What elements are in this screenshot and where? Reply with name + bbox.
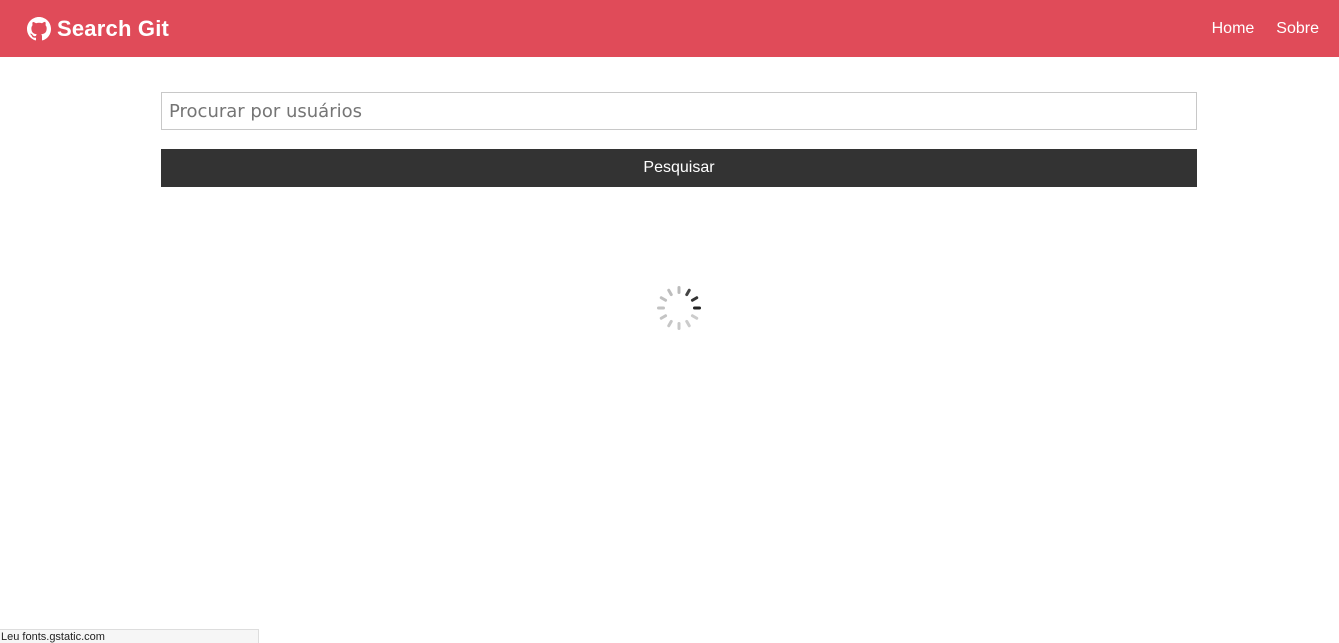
- navbar: Search Git Home Sobre: [0, 0, 1339, 57]
- search-input[interactable]: [161, 92, 1197, 130]
- nav-sobre-link[interactable]: Sobre: [1276, 20, 1319, 38]
- nav-home-link[interactable]: Home: [1212, 20, 1255, 38]
- brand-title: Search Git: [57, 15, 170, 41]
- spinner-bars: [657, 286, 701, 330]
- spinner-icon: [657, 286, 701, 330]
- browser-status-bar: Leu fonts.gstatic.com: [0, 629, 259, 643]
- nav-links: Home Sobre: [1190, 20, 1319, 38]
- github-icon: [27, 16, 51, 40]
- search-form: Pesquisar: [161, 92, 1197, 187]
- brand-link[interactable]: Search Git: [27, 16, 169, 42]
- search-button[interactable]: Pesquisar: [161, 149, 1197, 187]
